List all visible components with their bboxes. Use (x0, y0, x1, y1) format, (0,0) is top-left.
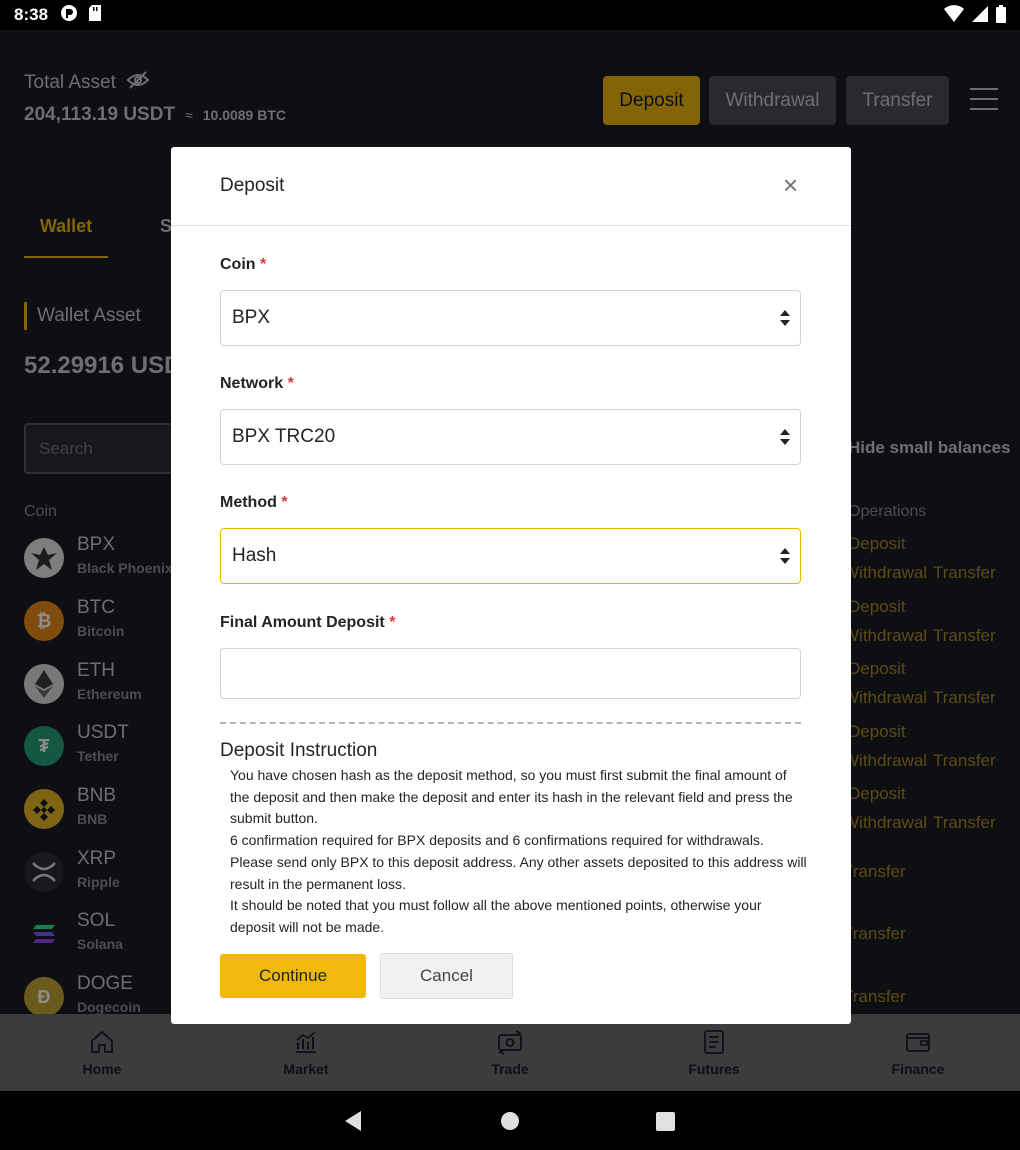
app-notification-icon (60, 4, 78, 27)
instruction-title: Deposit Instruction (220, 740, 378, 761)
continue-button[interactable]: Continue (220, 954, 366, 998)
battery-icon (996, 5, 1006, 28)
amount-label-text: Final Amount Deposit (220, 614, 385, 631)
method-label: Method * (220, 494, 288, 512)
select-arrows-icon (780, 429, 790, 445)
select-arrows-icon (780, 548, 790, 564)
network-label-text: Network (220, 375, 284, 392)
wifi-icon (944, 5, 964, 28)
coin-select-value: BPX (232, 307, 271, 328)
instruction-line: You have chosen hash as the deposit meth… (230, 767, 793, 827)
modal-title: Deposit (220, 175, 285, 196)
network-select-value: BPX TRC20 (232, 426, 336, 447)
method-select-value: Hash (232, 545, 277, 566)
status-time: 8:38 (14, 5, 49, 24)
system-navigation-bar (0, 1091, 1020, 1150)
coin-select[interactable]: BPX (220, 290, 801, 346)
coin-label-text: Coin (220, 256, 256, 273)
final-amount-input[interactable] (220, 648, 801, 699)
back-icon[interactable] (343, 1110, 363, 1132)
amount-label: Final Amount Deposit * (220, 614, 395, 632)
method-select[interactable]: Hash (220, 528, 801, 584)
modal-header: Deposit × (171, 147, 851, 226)
network-label: Network * (220, 375, 294, 393)
home-circle-icon[interactable] (500, 1111, 520, 1131)
recents-icon[interactable] (656, 1112, 675, 1131)
required-mark: * (260, 256, 267, 273)
select-arrows-icon (780, 310, 790, 326)
sd-card-icon (88, 4, 102, 27)
instruction-text: You have chosen hash as the deposit meth… (230, 765, 810, 939)
signal-icon (972, 5, 988, 28)
network-select[interactable]: BPX TRC20 (220, 409, 801, 465)
deposit-modal: Deposit × Coin * BPX Network * BPX TRC20… (171, 147, 851, 1024)
coin-label: Coin * (220, 256, 266, 274)
instruction-line: It should be noted that you must follow … (230, 897, 762, 935)
required-mark: * (287, 375, 294, 392)
status-bar: 8:38 (0, 0, 1020, 30)
close-icon[interactable]: × (783, 172, 798, 198)
instruction-line: Please send only BPX to this deposit add… (230, 853, 807, 892)
method-label-text: Method (220, 494, 277, 511)
required-mark: * (389, 614, 396, 631)
instruction-line: 6 confirmation required for BPX deposits… (230, 832, 764, 849)
cancel-button[interactable]: Cancel (380, 953, 513, 999)
required-mark: * (281, 494, 288, 511)
divider (220, 722, 801, 724)
